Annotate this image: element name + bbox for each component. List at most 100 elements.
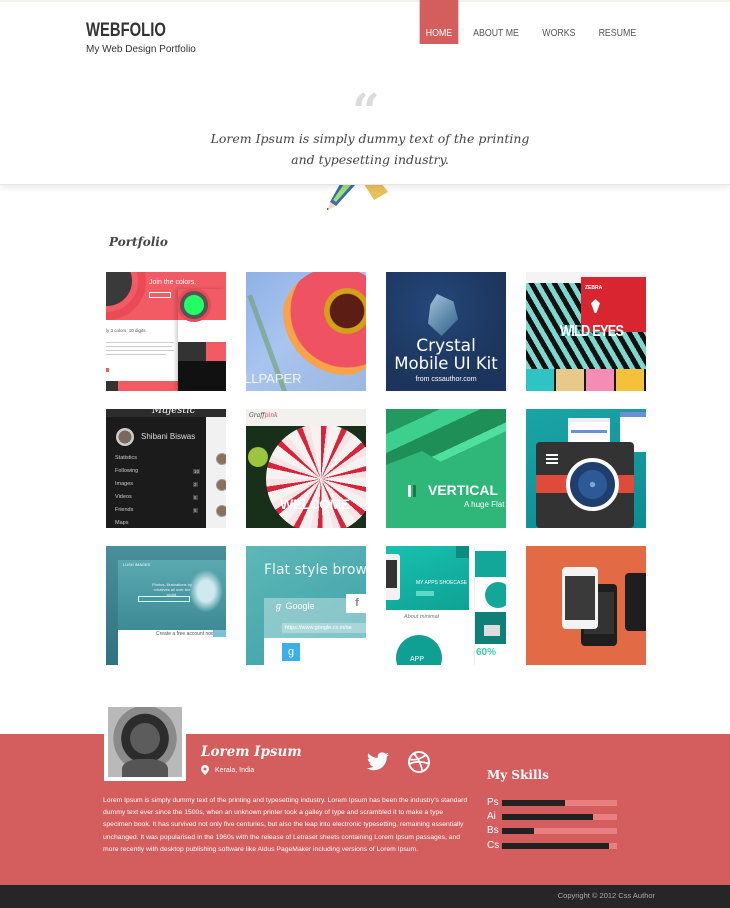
- profile-name: Lorem Ipsum: [201, 744, 302, 760]
- skill-bar-track: [502, 842, 617, 849]
- panel-dark-block: [178, 342, 206, 362]
- main-nav: HOME ABOUT ME WORKS RESUME: [417, 0, 648, 44]
- tile-product: [616, 369, 644, 391]
- google-icon: g: [282, 643, 300, 661]
- tile-side-panel: 60%: [474, 546, 506, 665]
- profile-location: Kerala, India: [201, 765, 254, 775]
- avatar: [108, 707, 182, 777]
- portfolio-tile-flat-phones[interactable]: [526, 546, 646, 665]
- tile-menu-item: Following: [115, 468, 139, 474]
- header-quote: Lorem Ipsum is simply dummy text of the …: [210, 131, 530, 167]
- google-text: Google: [285, 601, 315, 611]
- tile-caption: Flat style browse: [264, 562, 366, 578]
- tile-title: Majestic: [152, 409, 196, 416]
- portfolio-tile-vertical-flat[interactable]: VERTICAL A huge Flat: [386, 409, 506, 528]
- skill-bar-track: [502, 827, 617, 834]
- friend-avatar: [216, 479, 226, 491]
- skill-bar-fill: [502, 842, 609, 849]
- tile-text-line: [106, 342, 174, 343]
- tile-mark: [106, 368, 109, 372]
- tile-content: Create a free account now: [118, 630, 226, 665]
- panel-bottom: [178, 361, 226, 391]
- portfolio-tile-zebra-wild-eyes[interactable]: ZEBRA ZEBRA WILD EYES: [526, 272, 646, 391]
- pencil-ruler-icon: [327, 184, 388, 210]
- tile-menu-item: Images: [115, 481, 134, 487]
- portfolio-tile-lush-images[interactable]: LUSH IMAGES Photos, illustrations by cre…: [106, 546, 226, 665]
- monitor-icon: [456, 546, 469, 558]
- portfolio-tile-my-apps-showcase[interactable]: MY APPS SHOECASE About minimal APP 60%: [386, 546, 506, 665]
- avatar: [116, 428, 134, 446]
- portfolio-tile-join-the-colors[interactable]: Join the colors. ly 3 colors, 10 digits: [106, 272, 226, 391]
- laptop-icon: [484, 625, 500, 636]
- side-block: [475, 551, 506, 577]
- tie-icon: [591, 299, 600, 313]
- friend-avatar: [216, 505, 226, 517]
- tile-menu-count: 5: [193, 495, 198, 500]
- tile-brand: LUSH IMAGES: [123, 562, 151, 567]
- logo-subtitle: My Web Design Portfolio: [86, 44, 196, 55]
- tile-cta: Create a free account now: [156, 631, 215, 637]
- tile-caption: Join the colors.: [149, 279, 197, 286]
- tile-product: [556, 369, 584, 391]
- vertical-logo-icon: [408, 485, 411, 497]
- skill-bar-track: [502, 813, 617, 820]
- profile-photo: [104, 703, 186, 781]
- nav-about-me[interactable]: ABOUT ME: [466, 0, 528, 44]
- tile-app-label: APP: [410, 656, 425, 663]
- header: WEBFOLIO My Web Design Portfolio HOME AB…: [0, 0, 730, 185]
- skill-bar-fill: [502, 827, 535, 834]
- panel-circle: [180, 291, 208, 319]
- tile-menu-item: Friends: [115, 507, 134, 513]
- nav-resume[interactable]: RESUME: [591, 0, 645, 44]
- logo[interactable]: WEBFOLIO My Web Design Portfolio: [86, 20, 196, 55]
- portfolio-tile-graff-pink-welcome[interactable]: Graffpink WELCOME: [246, 409, 366, 528]
- tile-menu-count: 10: [193, 469, 201, 474]
- tile-polygon-graphic: [386, 409, 506, 479]
- skill-row: Ai: [487, 811, 617, 822]
- social-links: [366, 750, 431, 774]
- camera-lens-graphic: [566, 458, 619, 511]
- portfolio-tile-flat-style-browser[interactable]: Flat style browse ℊ Google f https://www…: [246, 546, 366, 665]
- tile-caption-line1: Crystal: [416, 336, 476, 356]
- tile-brand-a: Graff: [249, 412, 265, 419]
- tile-bottom-bar-dark: [106, 381, 118, 391]
- tile-circle-graphic: APP: [396, 635, 442, 665]
- tile-caption: WILD EYES: [560, 323, 624, 340]
- nav-works[interactable]: WORKS: [535, 0, 584, 44]
- tile-flower-graphic: [281, 272, 366, 377]
- tile-leaf-graphic: [186, 566, 226, 616]
- twitter-icon[interactable]: [366, 750, 390, 774]
- dribbble-icon[interactable]: [407, 750, 431, 774]
- tile-caption: WELCOME: [280, 496, 350, 512]
- tile-menu-item: Videos: [115, 494, 132, 500]
- tile-caption: VERTICAL: [428, 482, 498, 498]
- facebook-icon: f: [346, 594, 366, 613]
- skill-label: Ps: [487, 797, 499, 808]
- location-pin-icon: [201, 765, 209, 775]
- skill-label: Bs: [487, 825, 499, 836]
- portfolio-title: Portfolio: [109, 235, 168, 249]
- friend-avatar: [216, 453, 226, 465]
- skill-row: Bs: [487, 825, 617, 836]
- portfolio-grid: Join the colors. ly 3 colors, 10 digits …: [106, 272, 646, 665]
- phone-icon: [386, 554, 400, 600]
- portfolio-tile-camera-app-icon[interactable]: [526, 409, 646, 528]
- tile-google-label: ℊ Google: [274, 601, 315, 611]
- tile-caption: LLPAPER: [246, 371, 302, 386]
- tile-menu-count: 2: [193, 482, 198, 487]
- portfolio-tile-crystal-mobile-ui-kit[interactable]: Crystal Mobile UI Kit from cssauthor.com: [386, 272, 506, 391]
- tile-url: https://www.google.co.in/se: [282, 623, 366, 633]
- tile-bud-graphic: [248, 447, 268, 467]
- tile-user-name: Shibani Biswas: [141, 432, 196, 441]
- nav-home[interactable]: HOME: [420, 0, 459, 44]
- tile-text-line: [106, 354, 166, 355]
- tile-percent: 60%: [476, 647, 497, 658]
- location-text: Kerala, India: [215, 766, 255, 774]
- skill-bar-track: [502, 799, 617, 806]
- tile-about: About minimal: [404, 614, 439, 620]
- menu-icon: [546, 454, 558, 456]
- portfolio-tile-majestic-profile[interactable]: Majestic Shibani Biswas Statistics Follo…: [106, 409, 226, 528]
- portfolio-tile-flower-wallpaper[interactable]: LLPAPER: [246, 272, 366, 391]
- tile-search-graphic: [138, 596, 190, 602]
- tile-caption: MY APPS SHOECASE: [416, 580, 468, 586]
